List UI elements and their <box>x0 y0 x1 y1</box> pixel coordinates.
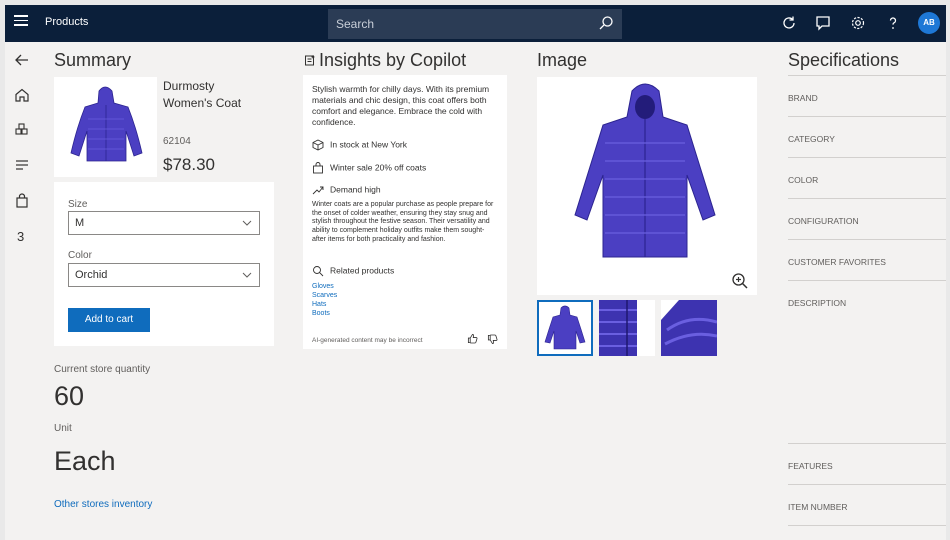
spec-divider <box>788 239 946 240</box>
specifications-title: Specifications <box>788 50 900 70</box>
zoom-in-icon[interactable] <box>731 272 749 290</box>
stock-row: In stock at New York <box>312 139 407 151</box>
related-link-scarves[interactable]: Scarves <box>312 291 337 300</box>
app-title: Products <box>45 16 89 28</box>
avatar[interactable]: AB <box>918 12 940 34</box>
coat-detail-image <box>599 300 655 356</box>
color-value: Orchid <box>75 269 108 281</box>
spec-divider <box>788 280 946 281</box>
sale-tag-icon <box>313 162 323 174</box>
products-icon[interactable] <box>14 122 30 138</box>
spec-configuration: CONFIGURATION <box>788 216 859 226</box>
unit-value: Each <box>54 446 116 476</box>
store-quantity-value: 60 <box>54 381 85 411</box>
related-row: Related products <box>312 265 394 277</box>
refresh-icon[interactable] <box>781 15 797 31</box>
stock-text: In stock at New York <box>330 139 408 150</box>
coat-image <box>70 86 143 162</box>
size-value: M <box>75 217 85 229</box>
variant-card: Size M Color Orchid Add to cart <box>54 182 274 346</box>
coat-image <box>544 305 586 350</box>
summary-title: Summary <box>54 50 132 70</box>
size-label: Size <box>68 199 88 210</box>
thumbs-down-icon[interactable] <box>487 334 498 345</box>
hamburger-icon[interactable] <box>14 15 28 27</box>
related-icon <box>313 266 324 277</box>
spec-divider <box>788 198 946 199</box>
demand-title: Demand high <box>330 184 381 195</box>
rail-count[interactable]: 3 <box>17 229 24 244</box>
spec-divider <box>788 116 946 117</box>
insights-card: Stylish warmth for chilly days. With its… <box>303 75 507 349</box>
main-content: Summary Durmosty Women's Coat 62104 $78.… <box>40 42 946 540</box>
spec-item-number: ITEM NUMBER <box>788 502 848 512</box>
thumbs-up-icon[interactable] <box>467 333 478 344</box>
related-title: Related products <box>330 265 395 276</box>
spec-category: CATEGORY <box>788 134 835 144</box>
package-icon <box>312 139 324 151</box>
copilot-icon <box>305 55 315 66</box>
top-bar: Products Search AB <box>5 5 946 42</box>
left-rail: 3 <box>5 42 40 540</box>
chat-icon[interactable] <box>815 15 831 31</box>
demand-row: Demand high <box>312 184 381 196</box>
spec-color: COLOR <box>788 175 819 185</box>
help-icon[interactable] <box>885 15 901 31</box>
search-icon[interactable] <box>598 15 614 31</box>
color-label: Color <box>68 250 92 261</box>
chevron-down-icon <box>242 220 252 226</box>
demand-text: Winter coats are a popular purchase as p… <box>312 201 494 243</box>
spec-customer-favorites: CUSTOMER FAVORITES <box>788 257 886 267</box>
spec-description: DESCRIPTION <box>788 298 847 308</box>
image-thumbnail-1[interactable] <box>537 300 593 356</box>
sale-text: Winter sale 20% off coats <box>330 162 427 173</box>
back-arrow-icon[interactable] <box>14 52 30 68</box>
ai-disclaimer: AI-generated content may be incorrect <box>312 337 423 344</box>
spec-divider <box>788 484 946 485</box>
insights-intro: Stylish warmth for chilly days. With its… <box>312 84 490 127</box>
add-to-cart-button[interactable]: Add to cart <box>68 308 150 332</box>
related-link-gloves[interactable]: Gloves <box>312 282 334 291</box>
image-thumbnail-2[interactable] <box>599 300 655 356</box>
spec-features: FEATURES <box>788 461 833 471</box>
list-icon[interactable] <box>14 157 30 173</box>
coat-image <box>574 83 716 258</box>
related-link-boots[interactable]: Boots <box>312 309 330 318</box>
color-select[interactable]: Orchid <box>68 263 260 287</box>
image-thumbnail-3[interactable] <box>661 300 717 356</box>
spec-divider <box>788 443 946 444</box>
unit-label: Unit <box>54 423 72 434</box>
spec-brand: BRAND <box>788 93 818 103</box>
bag-icon[interactable] <box>14 193 30 209</box>
search-input[interactable]: Search <box>328 9 622 39</box>
product-name: Durmosty Women's Coat <box>163 79 242 110</box>
size-select[interactable]: M <box>68 211 260 235</box>
image-title: Image <box>537 50 588 70</box>
related-link-hats[interactable]: Hats <box>312 300 326 309</box>
insights-title: Insights by Copilot <box>319 50 467 70</box>
search-placeholder: Search <box>336 17 375 31</box>
other-stores-link[interactable]: Other stores inventory <box>54 499 152 510</box>
spec-divider <box>788 75 946 76</box>
main-product-image <box>537 77 757 295</box>
product-price: $78.30 <box>163 155 215 174</box>
product-number: 62104 <box>163 136 191 147</box>
gear-icon[interactable] <box>850 15 866 31</box>
sale-row: Winter sale 20% off coats <box>312 162 426 174</box>
coat-detail-image <box>661 300 717 346</box>
spec-divider <box>788 157 946 158</box>
store-quantity-label: Current store quantity <box>54 364 151 375</box>
spec-divider <box>788 525 946 526</box>
home-icon[interactable] <box>14 87 30 103</box>
product-thumbnail <box>54 77 157 177</box>
trend-icon <box>312 186 324 195</box>
chevron-down-icon <box>242 272 252 278</box>
